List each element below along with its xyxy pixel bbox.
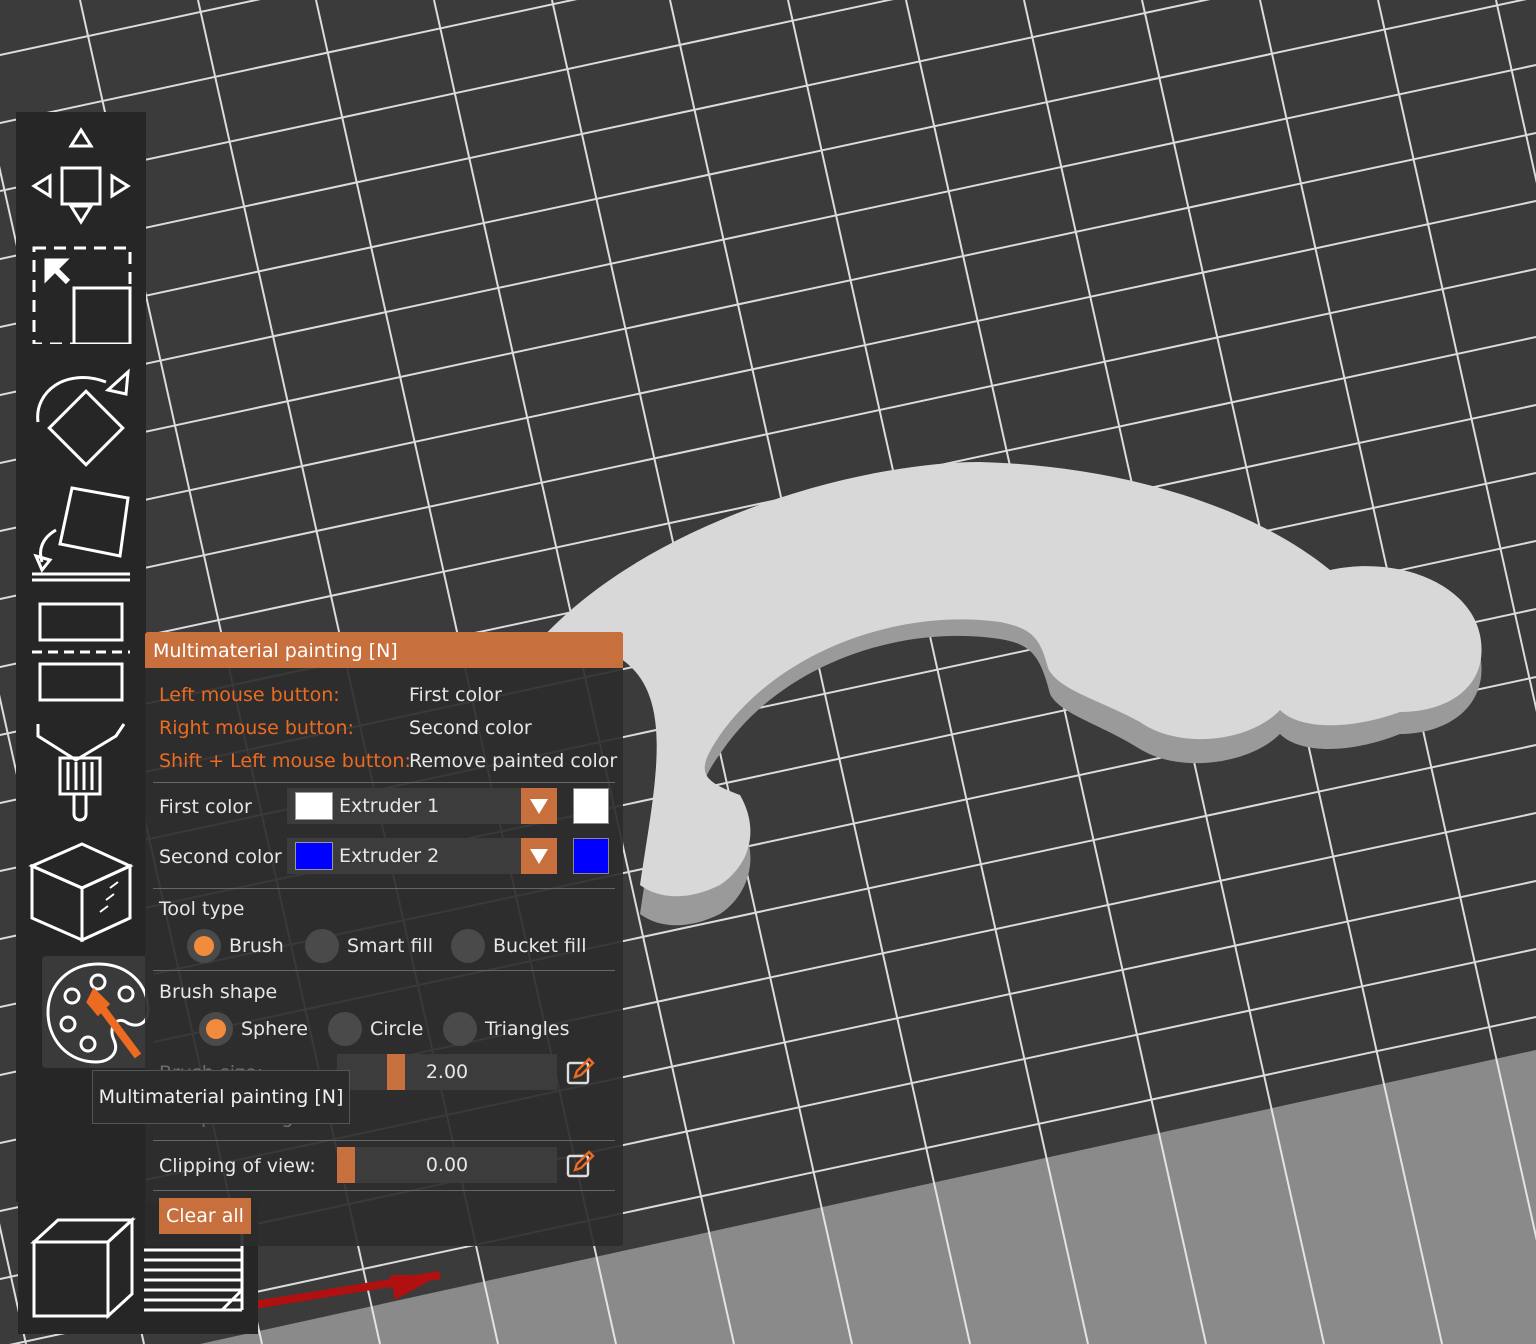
tool-type-brush-radio[interactable]: Brush — [187, 929, 307, 963]
brush-size-value: 2.00 — [425, 1061, 469, 1083]
brush-shape-sphere-label: Sphere — [241, 1018, 308, 1040]
hint-left-key: Left mouse button: — [159, 684, 340, 706]
first-color-swatch — [295, 792, 333, 820]
tool-type-brush-label: Brush — [229, 935, 284, 957]
panel-title: Multimaterial painting [N] — [145, 632, 623, 668]
first-color-value: Extruder 1 — [339, 795, 440, 817]
brush-shape-circle-label: Circle — [370, 1018, 424, 1040]
clipping-label: Clipping of view: — [159, 1155, 316, 1177]
scale-icon[interactable] — [16, 244, 146, 344]
separator — [153, 1190, 615, 1191]
hint-left-action: First color — [409, 684, 502, 706]
first-color-label: First color — [159, 796, 252, 818]
second-color-value: Extruder 2 — [339, 845, 440, 867]
second-color-combo[interactable]: Extruder 2 — [287, 838, 557, 874]
separator — [153, 970, 615, 971]
hint-shift-key: Shift + Left mouse button: — [159, 750, 411, 772]
move-icon[interactable] — [16, 122, 146, 232]
tool-type-bucket-fill-radio[interactable]: Bucket fill — [451, 929, 601, 963]
chevron-down-icon[interactable] — [521, 838, 557, 874]
multimaterial-painting-icon[interactable] — [42, 956, 154, 1068]
separator — [153, 1140, 615, 1141]
first-color-combo[interactable]: Extruder 1 — [287, 788, 557, 824]
brush-size-slider[interactable]: 2.00 — [337, 1054, 557, 1090]
brush-shape-sphere-radio[interactable]: Sphere — [199, 1012, 319, 1046]
chevron-down-icon[interactable] — [521, 788, 557, 824]
rotate-icon[interactable] — [16, 362, 146, 472]
3d-viewport[interactable]: Multimaterial painting [N] Left mouse bu… — [0, 0, 1536, 1344]
tooltip: Multimaterial painting [N] — [92, 1070, 350, 1124]
clipping-slider[interactable]: 0.00 — [337, 1147, 557, 1183]
clear-all-button[interactable]: Clear all — [159, 1198, 251, 1234]
tool-type-bucket-fill-label: Bucket fill — [493, 935, 587, 957]
multimaterial-painting-panel: Multimaterial painting [N] Left mouse bu… — [145, 632, 623, 1246]
support-painting-icon[interactable] — [16, 718, 146, 826]
3d-view-icon[interactable] — [28, 1214, 138, 1328]
left-toolbar — [16, 112, 154, 1202]
brush-shape-circle-radio[interactable]: Circle — [328, 1012, 438, 1046]
separator — [153, 888, 615, 889]
edit-pencil-icon[interactable] — [565, 1150, 595, 1180]
brush-shape-label: Brush shape — [159, 981, 278, 1003]
clipping-value: 0.00 — [425, 1154, 469, 1176]
hint-right-action: Second color — [409, 717, 532, 739]
separator — [153, 782, 615, 783]
tool-type-label: Tool type — [159, 898, 245, 920]
second-color-label: Second color — [159, 846, 282, 868]
tool-type-smart-fill-radio[interactable]: Smart fill — [305, 929, 445, 963]
seam-painting-icon[interactable] — [16, 836, 146, 946]
brush-shape-triangles-label: Triangles — [485, 1018, 570, 1040]
hint-right-key: Right mouse button: — [159, 717, 354, 739]
tool-type-smart-fill-label: Smart fill — [347, 935, 434, 957]
place-on-face-icon[interactable] — [16, 482, 146, 592]
first-color-picker-button[interactable] — [573, 788, 609, 824]
edit-pencil-icon[interactable] — [565, 1057, 595, 1087]
hint-shift-action: Remove painted color — [409, 750, 618, 772]
second-color-picker-button[interactable] — [573, 838, 609, 874]
second-color-swatch — [295, 842, 333, 870]
brush-shape-triangles-radio[interactable]: Triangles — [443, 1012, 583, 1046]
cut-icon[interactable] — [16, 602, 146, 702]
